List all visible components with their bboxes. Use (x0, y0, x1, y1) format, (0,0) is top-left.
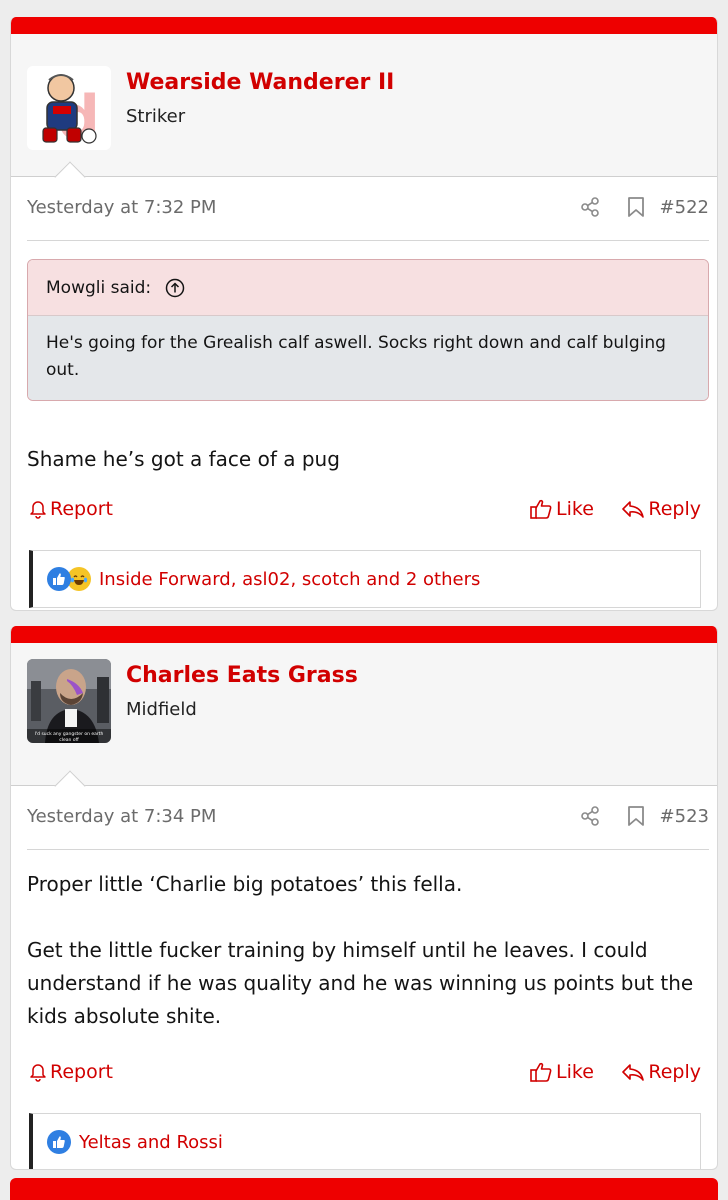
post-user-header: d Wearside Wanderer II Striker (11, 34, 717, 193)
reactions-users[interactable]: Yeltas and Rossi (79, 1132, 223, 1153)
next-post-top-bar (10, 1178, 718, 1200)
like-button[interactable]: Like (529, 498, 594, 520)
like-icon (47, 567, 71, 591)
reply-label: Reply (648, 498, 701, 520)
reply-arrow-icon (622, 501, 645, 518)
post-message: Proper little ‘Charlie big potatoes’ thi… (27, 868, 701, 1033)
user-title: Midfield (126, 699, 197, 720)
thumbs-up-icon (530, 1062, 552, 1082)
cartoon-avatar-image: d (27, 66, 111, 150)
svg-text:clean off: clean off (59, 737, 79, 743)
post-top-bar (11, 626, 717, 643)
post-meta: Yesterday at 7:32 PM #522 (27, 177, 709, 241)
username[interactable]: Wearside Wanderer II (126, 70, 394, 95)
bookmark-icon[interactable] (627, 805, 645, 827)
share-icon[interactable] (579, 805, 601, 827)
share-icon[interactable] (579, 196, 601, 218)
bookmark-icon[interactable] (627, 196, 645, 218)
post-meta: Yesterday at 7:34 PM #523 (27, 786, 709, 850)
report-button[interactable]: Report (29, 498, 113, 520)
message-paragraph: Shame he’s got a face of a pug (27, 447, 340, 471)
reply-arrow-icon (622, 1064, 645, 1081)
reactions-users[interactable]: Inside Forward, asl02, scotch and 2 othe… (99, 569, 480, 590)
message-paragraph: Proper little ‘Charlie big potatoes’ thi… (27, 872, 463, 896)
post-522: d Wearside Wanderer II Striker Yesterday… (10, 17, 718, 611)
reply-button[interactable]: Reply (621, 498, 701, 520)
photo-avatar-image: I'd suck any gangster on earth clean off (27, 659, 111, 743)
bell-icon (30, 501, 46, 519)
reply-button[interactable]: Reply (621, 1061, 701, 1083)
post-number-link[interactable]: #523 (660, 806, 709, 827)
post-actions: Report Like Reply (29, 1061, 701, 1089)
quote-header[interactable]: Mowgli said: (28, 260, 708, 316)
post-message: Shame he’s got a face of a pug (27, 443, 701, 476)
post-number-link[interactable]: #522 (660, 197, 709, 218)
quote-block: Mowgli said: He's going for the Grealish… (27, 259, 709, 401)
reply-label: Reply (648, 1061, 701, 1083)
reactions-bar[interactable]: Inside Forward, asl02, scotch and 2 othe… (29, 550, 701, 608)
post-user-header: I'd suck any gangster on earth clean off… (11, 643, 717, 802)
avatar[interactable]: d (27, 66, 111, 150)
message-paragraph: Get the little fucker training by himsel… (27, 938, 694, 1028)
report-button[interactable]: Report (29, 1061, 113, 1083)
report-label: Report (50, 1061, 113, 1083)
like-icon (47, 1130, 71, 1154)
like-label: Like (556, 498, 594, 520)
avatar[interactable]: I'd suck any gangster on earth clean off (27, 659, 111, 743)
report-label: Report (50, 498, 113, 520)
like-label: Like (556, 1061, 594, 1083)
post-date-link[interactable]: Yesterday at 7:34 PM (27, 806, 216, 827)
post-date-link[interactable]: Yesterday at 7:32 PM (27, 197, 216, 218)
post-actions: Report Like Reply (29, 498, 701, 526)
post-523: I'd suck any gangster on earth clean off… (10, 626, 718, 1170)
quote-author[interactable]: Mowgli said: (46, 278, 151, 298)
bell-icon (30, 1064, 46, 1082)
svg-text:I'd suck any gangster on earth: I'd suck any gangster on earth (35, 731, 104, 737)
post-top-bar (11, 17, 717, 34)
user-title: Striker (126, 106, 186, 127)
arrow-up-circle-icon[interactable] (165, 278, 185, 298)
quote-text: He's going for the Grealish calf aswell.… (28, 316, 708, 400)
like-button[interactable]: Like (529, 1061, 594, 1083)
reactions-bar[interactable]: Yeltas and Rossi (29, 1113, 701, 1169)
thumbs-up-icon (530, 499, 552, 519)
username[interactable]: Charles Eats Grass (126, 663, 358, 688)
